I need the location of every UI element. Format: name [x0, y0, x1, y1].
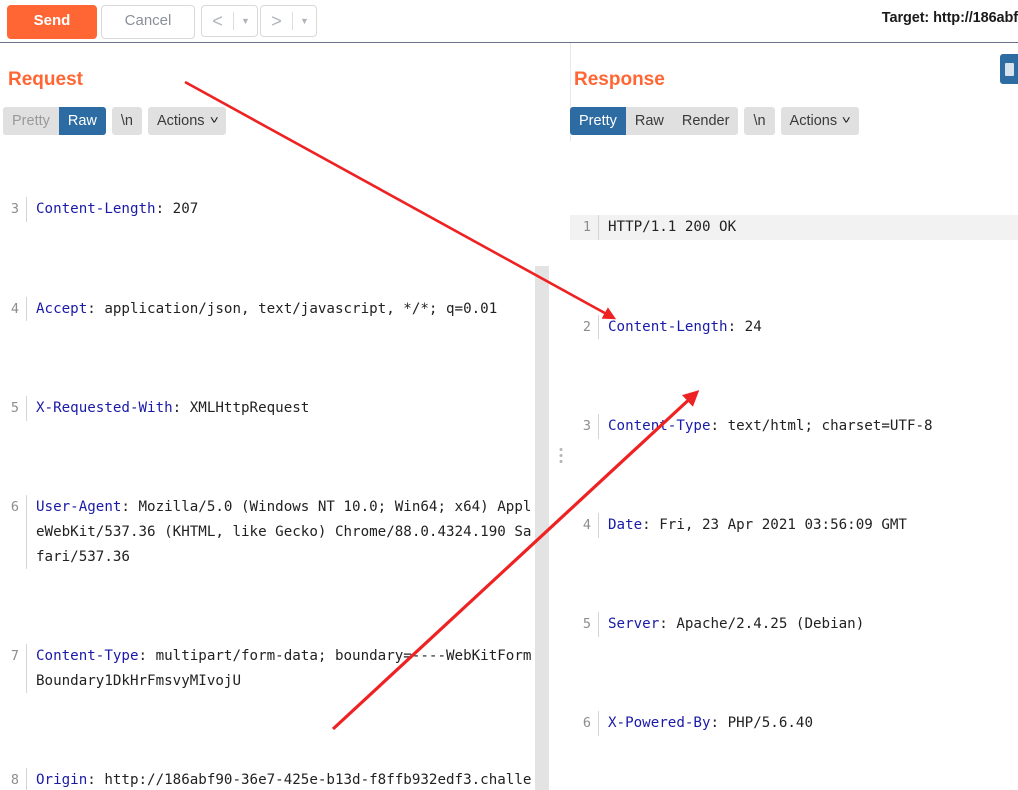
- header-key: Accept: [36, 300, 88, 317]
- response-actions-button[interactable]: Actions ˅: [780, 107, 859, 135]
- line-text: User-Agent: Mozilla/5.0 (Windows NT 10.0…: [26, 494, 534, 570]
- chevron-down-icon: ˅: [209, 115, 219, 127]
- header-key: User-Agent: [36, 498, 122, 515]
- request-code-area[interactable]: 3 Content-Length: 207 4 Accept: applicat…: [0, 141, 534, 790]
- header-key: Origin: [36, 771, 88, 788]
- target-url-label: Target: http://186abf: [881, 10, 1018, 26]
- code-line: 4 Date: Fri, 23 Apr 2021 03:56:09 GMT: [570, 512, 1018, 538]
- response-tabbar: Pretty Raw Render \n Actions ˅: [570, 107, 859, 135]
- line-text: Content-Length: 24: [598, 314, 1018, 340]
- chevron-down-icon[interactable]: ▼: [234, 6, 257, 36]
- response-panel-title: Response: [574, 69, 665, 90]
- scrollbar-thumb[interactable]: [535, 266, 549, 790]
- chevron-left-icon: <: [212, 11, 223, 31]
- code-line: 5 Server: Apache/2.4.25 (Debian): [570, 612, 1018, 637]
- line-number: 5: [10, 399, 19, 416]
- line-number: 3: [10, 201, 19, 218]
- splitter-grip-icon: [559, 448, 563, 463]
- response-view-tabs: Pretty Raw Render: [570, 107, 739, 135]
- header-key: X-Requested-With: [36, 399, 173, 416]
- send-button[interactable]: Send: [7, 5, 97, 39]
- response-actions-label: Actions: [789, 113, 838, 129]
- line-text: X-Powered-By: PHP/5.6.40: [598, 711, 1018, 737]
- tab-request-newline[interactable]: \n: [111, 107, 142, 135]
- tab-response-pretty[interactable]: Pretty: [570, 107, 626, 135]
- code-line: 3 Content-Type: text/html; charset=UTF-8: [570, 413, 1018, 439]
- panel-glyph-icon: [1004, 62, 1014, 76]
- line-text: Content-Length: 207: [26, 197, 534, 223]
- chevron-down-icon[interactable]: ▼: [293, 6, 316, 36]
- line-text: HTTP/1.1 200 OK: [598, 215, 1018, 241]
- response-panel: Response Pretty Raw Render \n Actions ˅ …: [570, 43, 1018, 790]
- header-key: Content-Type: [608, 417, 711, 434]
- request-actions-tab: Actions ˅: [147, 107, 226, 135]
- line-number: 7: [10, 647, 19, 664]
- chevron-down-icon: ˅: [841, 115, 851, 127]
- tab-request-pretty[interactable]: Pretty: [3, 107, 59, 135]
- response-code: 1 HTTP/1.1 200 OK 2 Content-Length: 24 3…: [570, 141, 1018, 790]
- line-number: 6: [10, 498, 19, 515]
- top-toolbar: Send Cancel < ▼ > ▼ Target: http://186ab…: [0, 0, 1018, 43]
- request-panel: Request Pretty Raw \n Actions ˅ 3 Conten…: [0, 43, 552, 790]
- request-panel-title: Request: [8, 69, 83, 90]
- panel-splitter[interactable]: [552, 43, 570, 790]
- line-text: Date: Fri, 23 Apr 2021 03:56:09 GMT: [598, 512, 1018, 538]
- request-vertical-scrollbar[interactable]: [535, 141, 549, 790]
- line-text: Server: Apache/2.4.25 (Debian): [598, 612, 1018, 637]
- cancel-button[interactable]: Cancel: [101, 5, 195, 39]
- header-key: Content-Type: [36, 647, 139, 664]
- previous-request-button[interactable]: < ▼: [201, 5, 258, 37]
- header-key: Content-Length: [36, 201, 156, 218]
- code-line: 6 User-Agent: Mozilla/5.0 (Windows NT 10…: [0, 494, 534, 570]
- tab-response-raw[interactable]: Raw: [625, 107, 673, 135]
- line-text: X-Requested-With: XMLHttpRequest: [26, 395, 534, 421]
- header-key: Content-Length: [608, 318, 728, 335]
- line-number: 3: [582, 417, 591, 434]
- line-number: 5: [582, 616, 591, 633]
- line-number: 2: [582, 318, 591, 335]
- code-line: 6 X-Powered-By: PHP/5.6.40: [570, 711, 1018, 737]
- request-tabbar: Pretty Raw \n Actions ˅: [3, 107, 226, 135]
- request-code: 3 Content-Length: 207 4 Accept: applicat…: [0, 141, 534, 790]
- line-number: 1: [582, 219, 591, 236]
- tab-response-render[interactable]: Render: [672, 107, 739, 135]
- tab-response-newline[interactable]: \n: [744, 107, 775, 135]
- response-actions-tab: Actions ˅: [780, 107, 859, 135]
- line-text: Content-Type: text/html; charset=UTF-8: [598, 413, 1018, 439]
- inspector-toggle-icon[interactable]: [1000, 54, 1018, 84]
- code-line: 8 Origin: http://186abf90-36e7-425e-b13d…: [0, 767, 534, 790]
- code-line: 4 Accept: application/json, text/javascr…: [0, 296, 534, 322]
- line-number: 6: [582, 715, 591, 732]
- tab-request-raw[interactable]: Raw: [58, 107, 106, 135]
- code-line: 1 HTTP/1.1 200 OK: [570, 215, 1018, 241]
- request-view-tabs: Pretty Raw: [3, 107, 106, 135]
- line-text: Origin: http://186abf90-36e7-425e-b13d-f…: [26, 767, 534, 790]
- response-newline-tab: \n: [744, 107, 775, 135]
- line-text: Content-Type: multipart/form-data; bound…: [26, 643, 534, 694]
- header-key: Server: [608, 616, 660, 633]
- line-text: Accept: application/json, text/javascrip…: [26, 296, 534, 322]
- header-key: X-Powered-By: [608, 715, 711, 732]
- chevron-right-icon: >: [271, 11, 282, 31]
- line-number: 4: [10, 300, 19, 317]
- code-line: 2 Content-Length: 24: [570, 314, 1018, 340]
- line-number: 4: [582, 516, 591, 533]
- line-number: 8: [10, 771, 19, 788]
- request-actions-label: Actions: [156, 113, 205, 129]
- next-request-button[interactable]: > ▼: [260, 5, 317, 37]
- request-actions-button[interactable]: Actions ˅: [147, 107, 226, 135]
- code-line: 3 Content-Length: 207: [0, 197, 534, 223]
- response-code-area[interactable]: 1 HTTP/1.1 200 OK 2 Content-Length: 24 3…: [570, 141, 1018, 790]
- code-line: 7 Content-Type: multipart/form-data; bou…: [0, 643, 534, 694]
- code-line: 5 X-Requested-With: XMLHttpRequest: [0, 395, 534, 421]
- request-newline-tab: \n: [111, 107, 142, 135]
- header-key: Date: [608, 516, 643, 533]
